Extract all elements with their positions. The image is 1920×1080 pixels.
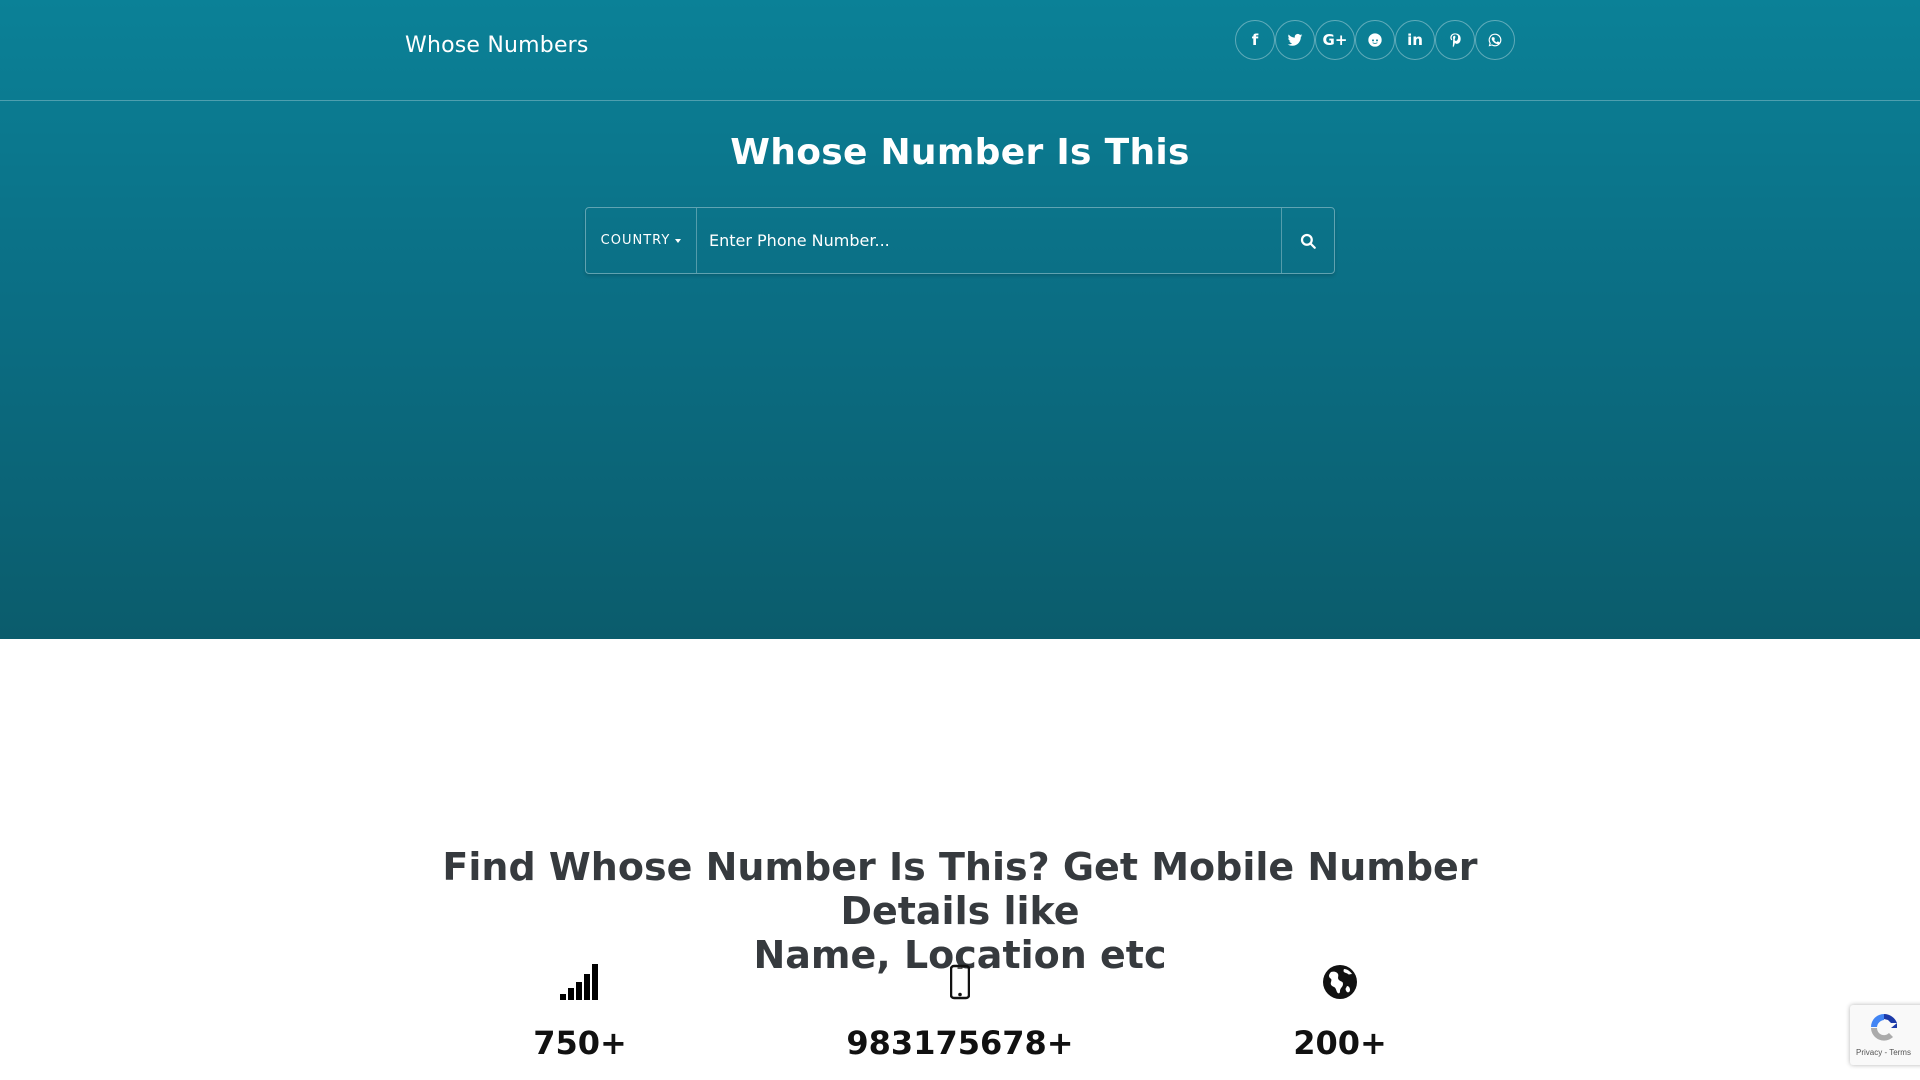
stat-operators: 750+ — [430, 960, 730, 1062]
recaptcha-icon — [1871, 1014, 1897, 1041]
stat-value: 200+ — [1293, 1024, 1387, 1062]
search-button[interactable] — [1281, 208, 1334, 273]
hero-title: Whose Number Is This — [730, 132, 1190, 173]
hero-section: Whose Numbers f G+ in Whose Number Is Th… — [0, 0, 1920, 639]
phone-number-input[interactable] — [697, 208, 1281, 273]
caret-down-icon — [675, 238, 682, 243]
reddit-icon — [1368, 33, 1382, 47]
mobile-phone-icon — [950, 964, 970, 1000]
recaptcha-privacy-terms-link[interactable]: Privacy - Terms — [1856, 1048, 1911, 1057]
phone-search-form: COUNTRY — [585, 207, 1335, 274]
stat-numbers: 983175678+ — [810, 960, 1110, 1062]
globe-icon — [1323, 965, 1357, 999]
signal-icon — [560, 964, 598, 1000]
linkedin-icon: in — [1407, 31, 1423, 49]
country-dropdown-label: COUNTRY — [600, 233, 671, 248]
brand-logo-link[interactable]: Whose Numbers — [405, 33, 589, 58]
reddit-share-button[interactable] — [1355, 20, 1395, 60]
stat-countries: 200+ — [1190, 960, 1490, 1062]
recaptcha-badge[interactable]: Privacy - Terms — [1850, 1005, 1920, 1065]
social-share-buttons: f G+ in — [1235, 20, 1515, 60]
facebook-icon: f — [1251, 31, 1259, 49]
search-icon — [1300, 233, 1316, 249]
page-headline: Find Whose Number Is This? Get Mobile Nu… — [380, 845, 1540, 977]
twitter-share-button[interactable] — [1275, 20, 1315, 60]
pinterest-share-button[interactable] — [1435, 20, 1475, 60]
headline-line-1: Find Whose Number Is This? Get Mobile Nu… — [442, 845, 1478, 933]
whatsapp-share-button[interactable] — [1475, 20, 1515, 60]
twitter-icon — [1287, 33, 1303, 46]
google-plus-icon: G+ — [1322, 31, 1348, 49]
linkedin-share-button[interactable]: in — [1395, 20, 1435, 60]
top-navbar: Whose Numbers f G+ in — [0, 0, 1920, 101]
whatsapp-icon — [1488, 33, 1502, 47]
google-plus-share-button[interactable]: G+ — [1315, 20, 1355, 60]
stat-value: 983175678+ — [846, 1024, 1074, 1062]
facebook-share-button[interactable]: f — [1235, 20, 1275, 60]
stat-value: 750+ — [533, 1024, 627, 1062]
country-dropdown[interactable]: COUNTRY — [586, 208, 697, 273]
pinterest-icon — [1450, 33, 1461, 48]
